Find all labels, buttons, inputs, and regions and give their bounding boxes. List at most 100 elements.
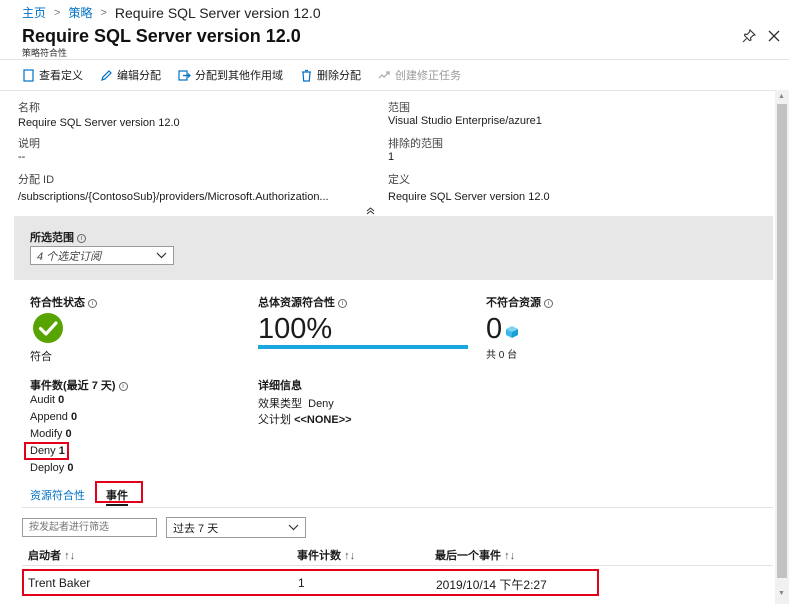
row-initiator[interactable]: Trent Baker [28,576,90,590]
effect-label: 效果类型 [258,398,302,410]
compliant-check-icon [33,313,63,343]
compliance-state-value: 符合 [30,351,52,363]
create-remediation-label: 创建修正任务 [395,70,461,82]
overall-compliance-label: 总体资源符合性 [258,297,335,309]
delete-assignment-button[interactable]: 删除分配 [300,67,361,83]
scope-dropdown-value: 4 个选定订阅 [37,250,102,263]
scope-value: Visual Studio Enterprise/azure1 [388,115,542,127]
chevron-right-icon: > [100,6,107,19]
sort-icon[interactable]: ↑↓ [64,550,75,562]
divider [22,507,773,508]
info-icon[interactable]: i [338,299,347,308]
scrollbar-thumb[interactable] [777,104,787,578]
parent-label: 父计划 [258,414,291,426]
divider [0,59,789,60]
column-header-label: 事件计数 [297,550,341,562]
column-header-initiator[interactable]: 启动者 ↑↓ [28,547,75,563]
trash-icon [302,69,311,82]
chevron-down-icon [156,252,167,259]
definition-value: Require SQL Server version 12.0 [388,191,550,203]
noncompliant-label: 不符合资源 [486,297,541,309]
column-header-label: 最后一个事件 [435,550,501,562]
events-count-heading: 事件数(最近 7 天) i [30,377,128,393]
pin-icon[interactable] [741,28,757,44]
time-range-value: 过去 7 天 [173,522,219,535]
remediation-icon [378,70,390,78]
event-name: Append [30,411,68,423]
details-title: 详细信息 [258,380,302,392]
create-remediation-button[interactable]: 创建修正任务 [378,67,461,83]
event-row: Modify 0 [30,428,72,440]
event-row: Audit 0 [30,394,64,406]
name-label: 名称 [18,102,40,114]
edit-assignment-button[interactable]: 编辑分配 [100,67,161,83]
compliance-state-heading: 符合性状态 i [30,294,97,310]
overall-compliance-value: 100% [258,313,333,345]
description-value: -- [18,151,26,163]
cube-icon [506,326,518,338]
view-definition-label: 查看定义 [39,70,83,82]
time-range-dropdown[interactable]: 过去 7 天 [166,517,306,538]
page-subtitle: 策略符合性 [22,48,68,58]
document-icon [23,68,34,82]
column-header-last-event[interactable]: 最后一个事件 ↑↓ [435,547,515,563]
event-name: Modify [30,428,63,440]
event-count: 0 [65,428,72,440]
view-definition-button[interactable]: 查看定义 [22,67,83,83]
description-label: 说明 [18,138,40,150]
command-bar: 查看定义 编辑分配 分配到其他作用域 删除分配 创建修正任务 [22,67,461,83]
noncompliant-heading: 不符合资源 i [486,294,553,310]
scope-filter-label: 所选范围 [30,232,74,244]
name-value: Require SQL Server version 12.0 [18,117,180,129]
tab-resource-compliance[interactable]: 资源符合性 [30,487,85,503]
assign-other-scope-label: 分配到其他作用域 [195,70,283,82]
edit-assignment-label: 编辑分配 [117,70,161,82]
sort-icon[interactable]: ↑↓ [344,550,355,562]
excluded-scope-label: 排除的范围 [388,138,443,150]
breadcrumb-home[interactable]: 主页 [22,4,46,21]
chevron-down-icon [288,524,299,531]
breadcrumb-policy[interactable]: 策略 [68,4,92,21]
event-name: Deploy [30,462,65,474]
scope-label: 范围 [388,102,410,114]
assign-arrow-icon [178,69,191,81]
scroll-up-icon[interactable]: ▲ [778,93,785,100]
scroll-down-icon[interactable]: ▼ [778,590,785,597]
collapse-icon[interactable] [366,206,375,215]
tab-events[interactable]: 事件 [106,487,128,506]
event-name: Deny [30,445,56,457]
page-title: Require SQL Server version 12.0 [22,26,301,46]
events-count-title: 事件数(最近 7 天) [30,380,116,392]
parent-value: <<NONE>> [294,414,352,426]
row-last-event: 2019/10/14 下午2:27 [436,578,547,592]
assign-other-scope-button[interactable]: 分配到其他作用域 [178,67,283,83]
close-icon[interactable] [766,28,782,44]
compliance-progress-track [258,345,468,349]
info-icon[interactable]: i [118,382,128,391]
excluded-scope-link[interactable]: 1 [388,151,394,163]
event-name: Audit [30,394,56,406]
effect-value: Deny [308,398,334,410]
info-icon[interactable]: i [544,299,553,308]
assignment-id-value: /subscriptions/{ContosoSub}/providers/Mi… [18,191,329,203]
event-row-deny: Deny 1 [30,445,65,457]
scope-dropdown[interactable]: 4 个选定订阅 [30,246,174,265]
details-parent: 父计划 <<NONE>> [258,411,352,427]
details-effect: 效果类型 Deny [258,395,334,411]
event-count: 0 [58,394,65,406]
event-count: 0 [67,462,74,474]
row-count: 1 [298,576,305,590]
sort-icon[interactable]: ↑↓ [504,550,515,562]
noncompliant-value: 0 [486,313,503,345]
column-header-count[interactable]: 事件计数 ↑↓ [297,547,355,563]
event-count: 1 [58,445,65,457]
initiator-filter-input[interactable] [22,518,157,537]
divider [22,565,773,566]
pencil-icon [101,69,112,81]
breadcrumb-current: Require SQL Server version 12.0 [114,4,321,21]
delete-assignment-label: 删除分配 [317,70,361,82]
scope-filter-heading: 所选范围 i [30,229,86,245]
assignment-id-label: 分配 ID [18,174,55,186]
info-icon[interactable]: i [77,234,86,243]
info-icon[interactable]: i [88,299,97,308]
